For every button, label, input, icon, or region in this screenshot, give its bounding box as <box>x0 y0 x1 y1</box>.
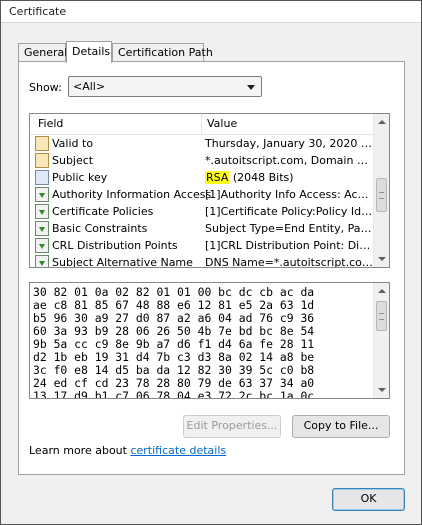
scroll-down-icon[interactable] <box>374 251 389 267</box>
field-name: Subject Alternative Name <box>52 256 193 268</box>
extension-icon <box>35 204 49 219</box>
highlighted-text: RSA <box>205 171 230 184</box>
show-dropdown[interactable]: <All> <box>68 76 262 97</box>
certificate-field-icon <box>35 136 49 151</box>
field-row-crl-distribution-points[interactable]: CRL Distribution Points [1]CRL Distribut… <box>30 237 374 254</box>
chevron-down-icon <box>247 85 255 90</box>
column-divider[interactable] <box>201 114 202 135</box>
field-name: Valid to <box>52 137 94 150</box>
details-panel: Show: <All> Field Value Valid to Thursda… <box>18 61 405 475</box>
field-name: Basic Constraints <box>52 222 148 235</box>
field-list-rows: Valid to Thursday, January 30, 2020 2...… <box>30 135 374 268</box>
field-value: RSA (2048 Bits) <box>205 171 373 184</box>
field-name: CRL Distribution Points <box>52 239 178 252</box>
edit-properties-button[interactable]: Edit Properties... <box>183 415 281 438</box>
field-row-valid-to[interactable]: Valid to Thursday, January 30, 2020 2... <box>30 135 374 152</box>
field-list-header: Field Value <box>30 114 374 135</box>
extension-icon <box>35 187 49 202</box>
field-value: [1]CRL Distribution Point: Distr... <box>205 239 373 252</box>
field-row-authority-information-access[interactable]: Authority Information Access [1]Authorit… <box>30 186 374 203</box>
scroll-up-icon[interactable] <box>374 283 389 299</box>
column-header-value[interactable]: Value <box>207 117 237 130</box>
extension-icon <box>35 221 49 236</box>
field-name: Certificate Policies <box>52 205 154 218</box>
learn-more-text: Learn more about certificate details <box>29 444 226 457</box>
field-list[interactable]: Field Value Valid to Thursday, January 3… <box>29 113 390 268</box>
field-name: Subject <box>52 154 94 167</box>
field-value: *.autoitscript.com, Domain Co... <box>205 154 373 167</box>
column-header-field[interactable]: Field <box>38 117 63 130</box>
field-value: [1]Authority Info Access: Acc... <box>205 188 373 201</box>
field-list-scrollbar[interactable] <box>373 114 389 267</box>
copy-to-file-button[interactable]: Copy to File... <box>292 415 390 438</box>
show-label: Show: <box>29 81 62 94</box>
tab-strip: General Details Certification Path <box>18 41 418 63</box>
field-value-rest: (2048 Bits) <box>229 171 294 184</box>
learn-more-prefix: Learn more about <box>29 444 131 457</box>
value-text-box[interactable]: 30 82 01 0a 02 82 01 01 00 bc dc cb ac d… <box>29 282 390 399</box>
public-key-icon <box>35 170 49 185</box>
field-value: [1]Certificate Policy:Policy Ide... <box>205 205 373 218</box>
scrollbar-thumb[interactable] <box>376 301 387 331</box>
field-row-subject[interactable]: Subject *.autoitscript.com, Domain Co... <box>30 152 374 169</box>
tab-general[interactable]: General <box>18 43 67 62</box>
value-scrollbar[interactable] <box>373 283 389 398</box>
field-row-certificate-policies[interactable]: Certificate Policies [1]Certificate Poli… <box>30 203 374 220</box>
certificate-details-link[interactable]: certificate details <box>130 444 226 457</box>
window-title: Certificate <box>9 5 67 18</box>
field-value: Subject Type=End Entity, Pat... <box>205 222 373 235</box>
field-value: DNS Name=*.autoitscript.com... <box>205 256 373 268</box>
tab-details[interactable]: Details <box>66 41 112 63</box>
tab-certification-path[interactable]: Certification Path <box>112 43 213 62</box>
field-row-basic-constraints[interactable]: Basic Constraints Subject Type=End Entit… <box>30 220 374 237</box>
field-row-subject-alternative-name[interactable]: Subject Alternative Name DNS Name=*.auto… <box>30 254 374 268</box>
extension-icon <box>35 238 49 253</box>
field-name: Authority Information Access <box>52 188 212 201</box>
scroll-down-icon[interactable] <box>374 382 389 398</box>
scroll-up-icon[interactable] <box>374 114 389 130</box>
hex-line: 13 17 d9 b1 c7 06 78 04 e3 72 2c bc 1a 0… <box>33 389 315 399</box>
extension-icon <box>35 255 49 267</box>
title-bar[interactable]: Certificate <box>1 1 421 23</box>
field-row-public-key[interactable]: Public key RSA (2048 Bits) <box>30 169 374 186</box>
field-value: Thursday, January 30, 2020 2... <box>205 137 373 150</box>
scrollbar-thumb[interactable] <box>376 178 387 212</box>
ok-button[interactable]: OK <box>332 488 405 511</box>
field-name: Public key <box>52 171 108 184</box>
certificate-dialog: Certificate General Details Certificatio… <box>0 0 422 525</box>
show-dropdown-value: <All> <box>73 80 106 93</box>
hex-value-lines: 30 82 01 0a 02 82 01 01 00 bc dc cb ac d… <box>33 286 371 399</box>
certificate-field-icon <box>35 153 49 168</box>
